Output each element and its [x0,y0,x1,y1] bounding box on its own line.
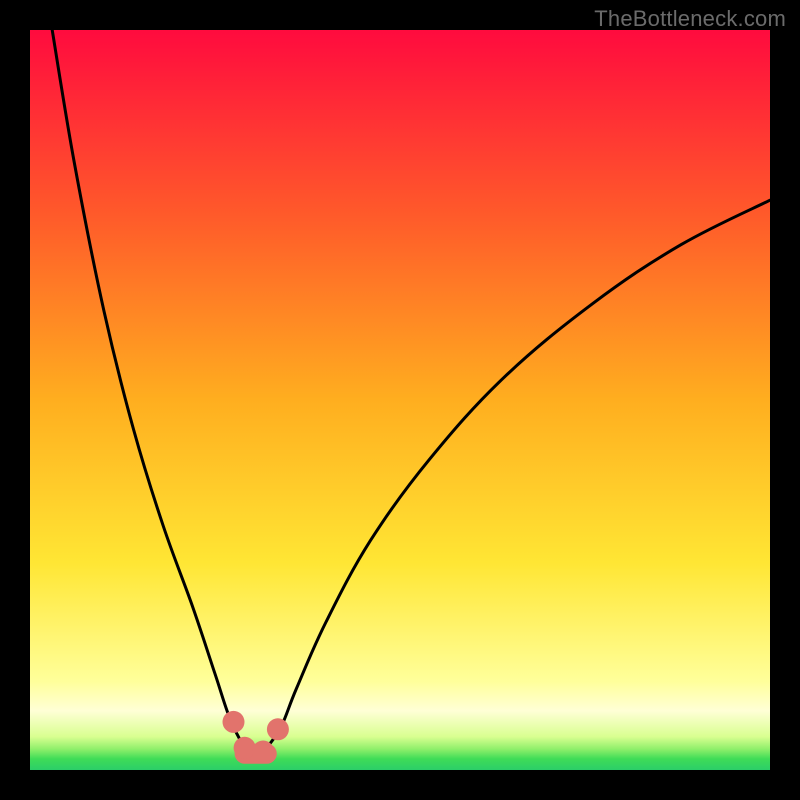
bottleneck-chart: TheBottleneck.com [0,0,800,800]
plot-background [30,30,770,770]
trough-marker [267,718,289,740]
trough-marker [252,741,274,763]
chart-svg [0,0,800,800]
trough-marker [234,737,256,759]
trough-marker [223,711,245,733]
